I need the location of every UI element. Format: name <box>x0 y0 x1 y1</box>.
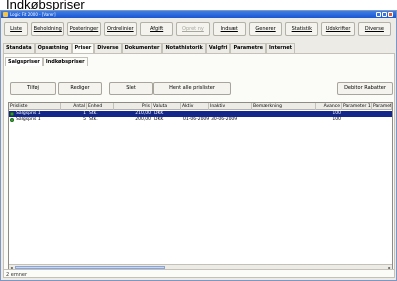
close-icon[interactable] <box>388 12 393 17</box>
edit-price-button[interactable]: Rediger <box>58 82 102 95</box>
maximize-icon[interactable] <box>382 12 387 17</box>
toolbar-button-diverse[interactable]: Diverse <box>357 22 392 36</box>
delete-price-button[interactable]: Slet <box>109 82 153 95</box>
toolbar-button-udskrifter[interactable]: Udskrifter <box>321 22 355 36</box>
status-bar: 2 emner <box>3 269 395 279</box>
subtab-strip: Salgspriser Indkøbspriser <box>5 57 88 66</box>
toolbar-button-generer[interactable]: Generer <box>248 22 283 36</box>
column-prisliste[interactable]: Prisliste <box>9 103 61 110</box>
table-row[interactable]: Salgspris 1 5 Stk. 200,00 DKK 01-06-2009… <box>9 117 392 123</box>
minimize-icon[interactable] <box>376 12 381 17</box>
toolbar-button-beholdning[interactable]: Beholdning <box>31 22 65 36</box>
tab-opsaetning[interactable]: Opsætning <box>34 43 72 53</box>
column-parameter-2[interactable]: Parameter 2 <box>372 103 392 110</box>
toolbar-button-statistik[interactable]: Statistik <box>285 22 319 36</box>
cell-avance: 100 <box>332 117 341 122</box>
tab-internet[interactable]: Internet <box>266 43 296 53</box>
app-icon <box>3 12 8 17</box>
action-bar: Tilføj Rediger Slet Hent alle prislister… <box>10 82 394 95</box>
title-bar[interactable]: Logic Fit 2000 - [Varer] <box>1 11 396 18</box>
toolbar-button-indsaet[interactable]: Indsæt <box>212 22 246 36</box>
tab-diverse[interactable]: Diverse <box>94 43 122 53</box>
column-enhed[interactable]: Enhed <box>87 103 114 110</box>
tab-notathistorik[interactable]: Notathistorik <box>162 43 206 53</box>
toolbar-button-liste[interactable]: Liste <box>4 22 29 36</box>
table-header: Prisliste Antal Enhed Pris Valuta Aktiv … <box>9 103 392 110</box>
column-parameter-1[interactable]: Parameter 1 <box>342 103 372 110</box>
column-pris[interactable]: Pris <box>114 103 152 110</box>
subtab-indkobspriser[interactable]: Indkøbspriser <box>42 57 88 66</box>
tab-dokumenter[interactable]: Dokumenter <box>121 43 163 53</box>
column-aktiv[interactable]: Aktiv <box>181 103 209 110</box>
toolbar-button-afgift[interactable]: Afgift <box>139 22 174 36</box>
window-title: Logic Fit 2000 - [Varer] <box>10 12 56 17</box>
cell-pris: 200,00 <box>135 117 151 122</box>
add-price-button[interactable]: Tilføj <box>10 82 56 95</box>
application-window: Logic Fit 2000 - [Varer] Liste Beholdnin… <box>0 10 397 281</box>
prices-panel: Salgspriser Indkøbspriser Tilføj Rediger… <box>3 53 395 278</box>
tab-valgfri[interactable]: Valgfri <box>205 43 231 53</box>
cell-valuta: DKK <box>154 117 164 122</box>
toolbar-button-ordrelinier[interactable]: Ordrelinier <box>103 22 137 36</box>
toolbar-button-opret-ny[interactable]: Opret ny <box>176 22 210 36</box>
price-table: Prisliste Antal Enhed Pris Valuta Aktiv … <box>8 102 393 270</box>
cell-prisliste: Salgspris 1 <box>16 117 41 122</box>
toolbar-button-posteringer[interactable]: Posteringer <box>67 22 101 36</box>
tab-standata[interactable]: Standata <box>3 43 35 53</box>
window-controls <box>376 12 393 17</box>
price-row-icon <box>10 118 14 122</box>
toolbar: Liste Beholdning Posteringer Ordrelinier… <box>4 22 394 36</box>
price-row-icon <box>10 112 14 116</box>
column-inaktiv[interactable]: Inaktiv <box>209 103 252 110</box>
cell-antal: 5 <box>83 117 86 122</box>
tab-priser[interactable]: Priser <box>71 43 95 53</box>
column-antal[interactable]: Antal <box>61 103 87 110</box>
column-bemaerkning[interactable]: Bemærkning <box>252 103 316 110</box>
cell-aktiv: 01-06-2009 <box>183 117 209 122</box>
subtab-salgspriser[interactable]: Salgspriser <box>5 57 43 66</box>
cell-enhed: Stk. <box>89 117 98 122</box>
tab-strip: Standata Opsætning Priser Diverse Dokume… <box>3 43 296 53</box>
column-avance[interactable]: Avance <box>316 103 342 110</box>
tab-parametre[interactable]: Parametre <box>230 43 267 53</box>
column-valuta[interactable]: Valuta <box>152 103 181 110</box>
page-caption: Indkøbspriser <box>0 0 397 10</box>
cell-inaktiv: 30-06-2009 <box>211 117 238 122</box>
fetch-all-pricelists-button[interactable]: Hent alle prislister <box>153 82 231 95</box>
debtor-discounts-button[interactable]: Debitor Rabatter <box>337 82 393 95</box>
